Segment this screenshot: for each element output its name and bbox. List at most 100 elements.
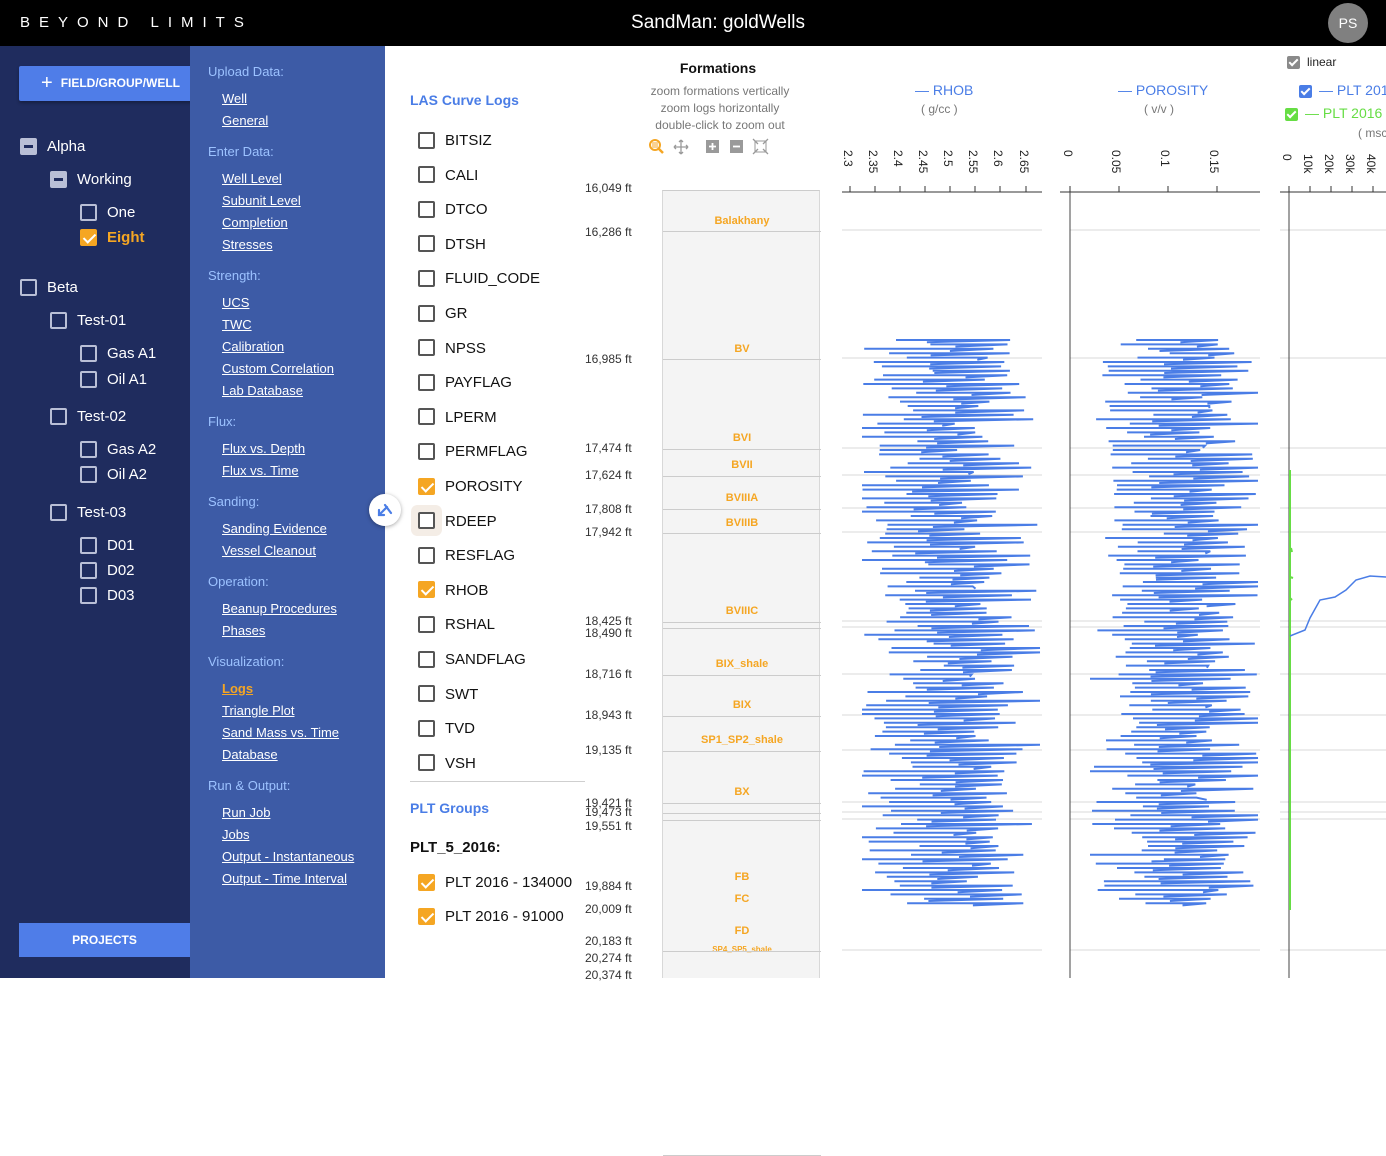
tree-checkbox[interactable] bbox=[80, 203, 97, 221]
tree-item-oil-a1[interactable]: Oil A1 bbox=[80, 369, 147, 391]
log-tracks-plot[interactable] bbox=[826, 148, 1386, 978]
add-field-group-well-button[interactable]: + FIELD/GROUP/WELL bbox=[19, 66, 199, 101]
curve-item-permflag[interactable]: PERMFLAG bbox=[418, 441, 528, 463]
menu-link-sanding-evidence[interactable]: Sanding Evidence bbox=[222, 521, 327, 536]
curve-item-vsh[interactable]: VSH bbox=[418, 753, 476, 775]
menu-link-database[interactable]: Database bbox=[222, 747, 278, 762]
tree-checkbox[interactable] bbox=[50, 170, 67, 188]
tree-item-test-02[interactable]: Test-02 bbox=[50, 406, 126, 428]
curve-checkbox[interactable] bbox=[418, 408, 435, 426]
plt-item[interactable]: PLT 2016 - 134000 bbox=[418, 872, 572, 894]
plt-item[interactable]: PLT 2016 - 91000 bbox=[418, 906, 564, 928]
menu-link-lab-database[interactable]: Lab Database bbox=[222, 383, 303, 398]
plt-series-2-header[interactable]: ― PLT 2016 - bbox=[1285, 105, 1386, 121]
curve-item-cali[interactable]: CALI bbox=[418, 165, 478, 187]
reset-zoom-icon[interactable] bbox=[752, 138, 769, 155]
tree-item-eight[interactable]: Eight bbox=[80, 227, 145, 249]
curve-checkbox[interactable] bbox=[418, 304, 435, 322]
tree-checkbox[interactable] bbox=[20, 278, 37, 296]
curve-checkbox[interactable] bbox=[418, 546, 435, 564]
tree-item-alpha[interactable]: Alpha bbox=[20, 136, 85, 158]
curve-checkbox[interactable] bbox=[418, 269, 435, 287]
curve-item-npss[interactable]: NPSS bbox=[418, 338, 486, 360]
menu-link-completion[interactable]: Completion bbox=[222, 215, 288, 230]
curve-item-gr[interactable]: GR bbox=[418, 303, 468, 325]
zoom-out-icon[interactable] bbox=[730, 140, 743, 153]
curve-item-porosity[interactable]: POROSITY bbox=[418, 476, 523, 498]
tree-checkbox[interactable] bbox=[80, 440, 97, 458]
user-avatar[interactable]: PS bbox=[1328, 3, 1368, 43]
menu-link-twc[interactable]: TWC bbox=[222, 317, 252, 332]
tree-checkbox[interactable] bbox=[80, 228, 97, 246]
menu-link-custom-correlation[interactable]: Custom Correlation bbox=[222, 361, 334, 376]
linear-scale-toggle[interactable]: linear bbox=[1287, 55, 1336, 70]
tree-item-d03[interactable]: D03 bbox=[80, 585, 135, 607]
menu-link-flux-vs-time[interactable]: Flux vs. Time bbox=[222, 463, 299, 478]
menu-link-flux-vs-depth[interactable]: Flux vs. Depth bbox=[222, 441, 305, 456]
curve-item-rhob[interactable]: RHOB bbox=[418, 580, 488, 602]
collapse-sidebar-button[interactable] bbox=[369, 494, 401, 526]
curve-checkbox[interactable] bbox=[418, 650, 435, 668]
menu-link-ucs[interactable]: UCS bbox=[222, 295, 249, 310]
zoom-select-icon[interactable] bbox=[649, 139, 664, 154]
curve-item-dtco[interactable]: DTCO bbox=[418, 199, 488, 221]
menu-link-sand-mass-vs-time[interactable]: Sand Mass vs. Time bbox=[222, 725, 339, 740]
curve-item-bitsiz[interactable]: BITSIZ bbox=[418, 130, 492, 152]
tree-checkbox[interactable] bbox=[50, 311, 67, 329]
tree-item-d02[interactable]: D02 bbox=[80, 560, 135, 582]
curve-item-dtsh[interactable]: DTSH bbox=[418, 234, 486, 256]
tree-item-d01[interactable]: D01 bbox=[80, 535, 135, 557]
menu-link-calibration[interactable]: Calibration bbox=[222, 339, 284, 354]
tree-item-oil-a2[interactable]: Oil A2 bbox=[80, 464, 147, 486]
tree-checkbox[interactable] bbox=[80, 370, 97, 388]
tree-checkbox[interactable] bbox=[50, 407, 67, 425]
tree-item-one[interactable]: One bbox=[80, 202, 135, 224]
projects-button[interactable]: PROJECTS bbox=[19, 923, 190, 957]
curve-checkbox[interactable] bbox=[418, 754, 435, 772]
menu-link-output-time-interval[interactable]: Output - Time Interval bbox=[222, 871, 347, 886]
linear-checkbox[interactable] bbox=[1287, 56, 1300, 70]
tree-checkbox[interactable] bbox=[50, 503, 67, 521]
curve-item-resflag[interactable]: RESFLAG bbox=[418, 545, 515, 567]
tree-checkbox[interactable] bbox=[80, 586, 97, 604]
plt-series-1-header[interactable]: ― PLT 201 bbox=[1299, 82, 1386, 98]
plt-checkbox[interactable] bbox=[418, 873, 435, 891]
curve-checkbox[interactable] bbox=[418, 200, 435, 218]
menu-link-run-job[interactable]: Run Job bbox=[222, 805, 270, 820]
curve-item-sandflag[interactable]: SANDFLAG bbox=[418, 649, 526, 671]
curve-item-rdeep[interactable]: RDEEP bbox=[418, 511, 497, 533]
tree-checkbox[interactable] bbox=[20, 137, 37, 155]
curve-checkbox[interactable] bbox=[418, 685, 435, 703]
tree-item-beta[interactable]: Beta bbox=[20, 277, 78, 299]
curve-checkbox[interactable] bbox=[418, 373, 435, 391]
curve-item-payflag[interactable]: PAYFLAG bbox=[418, 372, 512, 394]
menu-link-jobs[interactable]: Jobs bbox=[222, 827, 249, 842]
menu-link-stresses[interactable]: Stresses bbox=[222, 237, 273, 252]
menu-link-subunit-level[interactable]: Subunit Level bbox=[222, 193, 301, 208]
curve-checkbox[interactable] bbox=[418, 512, 435, 530]
curve-item-swt[interactable]: SWT bbox=[418, 684, 478, 706]
menu-link-phases[interactable]: Phases bbox=[222, 623, 265, 638]
zoom-in-icon[interactable] bbox=[706, 140, 719, 153]
curve-item-rshal[interactable]: RSHAL bbox=[418, 614, 495, 636]
curve-item-tvd[interactable]: TVD bbox=[418, 718, 475, 740]
menu-link-logs[interactable]: Logs bbox=[222, 681, 253, 696]
curve-item-fluid_code[interactable]: FLUID_CODE bbox=[418, 268, 540, 290]
tree-checkbox[interactable] bbox=[80, 344, 97, 362]
curve-checkbox[interactable] bbox=[418, 166, 435, 184]
curve-checkbox[interactable] bbox=[418, 581, 435, 599]
menu-link-beanup-procedures[interactable]: Beanup Procedures bbox=[222, 601, 337, 616]
plt-checkbox[interactable] bbox=[418, 907, 435, 925]
menu-link-triangle-plot[interactable]: Triangle Plot bbox=[222, 703, 295, 718]
menu-link-output-instantaneous[interactable]: Output - Instantaneous bbox=[222, 849, 354, 864]
plt-series-2-checkbox[interactable] bbox=[1285, 107, 1298, 121]
formations-column[interactable]: Balakhany BV BVI BVII BVIIIA BVIIIB BVIIIC BIX_… bbox=[662, 190, 821, 1156]
tree-item-test-01[interactable]: Test-01 bbox=[50, 310, 126, 332]
curve-checkbox[interactable] bbox=[418, 131, 435, 149]
tree-checkbox[interactable] bbox=[80, 561, 97, 579]
curve-checkbox[interactable] bbox=[418, 235, 435, 253]
tree-item-working[interactable]: Working bbox=[50, 169, 132, 191]
tree-item-test-03[interactable]: Test-03 bbox=[50, 502, 126, 524]
menu-link-well-level[interactable]: Well Level bbox=[222, 171, 282, 186]
plt-series-1-checkbox[interactable] bbox=[1299, 84, 1312, 98]
